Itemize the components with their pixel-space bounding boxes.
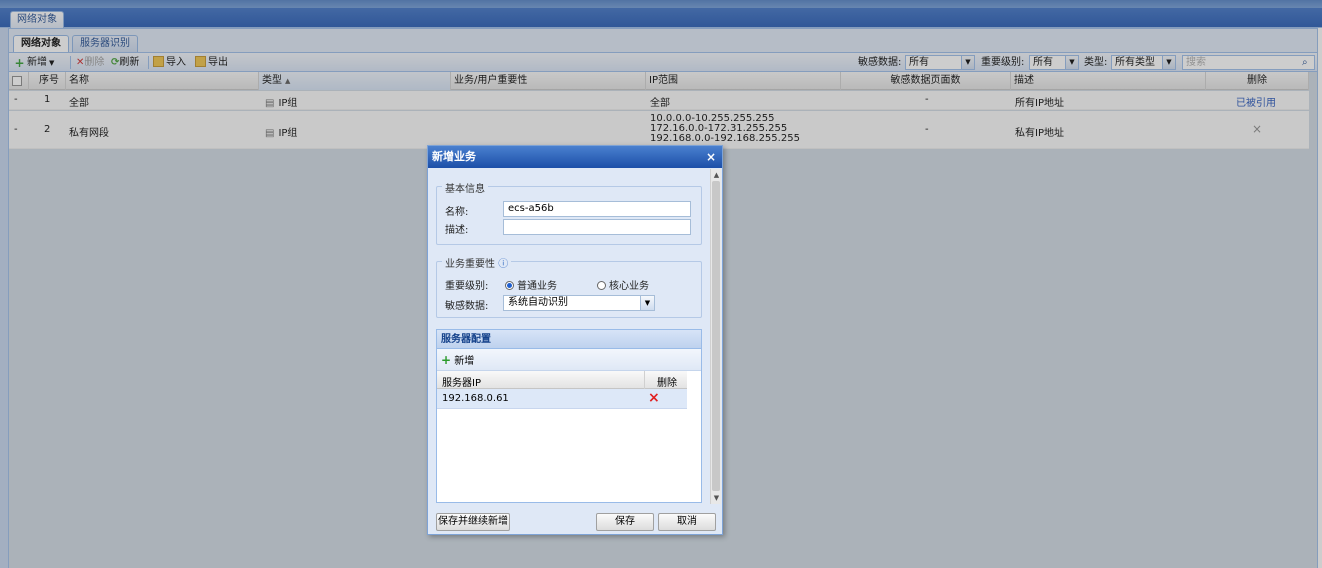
description-input[interactable] xyxy=(503,219,691,235)
info-icon[interactable]: ⓘ xyxy=(498,259,508,270)
server-ip: 192.168.0.61 xyxy=(442,393,509,404)
radio-selected-icon xyxy=(505,281,514,290)
save-and-continue-button[interactable]: 保存并继续新增 xyxy=(436,513,510,531)
importance-legend: 业务重要性 ⓘ xyxy=(442,255,512,270)
plus-icon: + xyxy=(441,353,452,367)
add-business-dialog: 新增业务 × ▲ ▼ 基本信息 名称: ecs-a56b 描述: 业务重要性 ⓘ… xyxy=(427,145,723,535)
delete-server-icon[interactable]: × xyxy=(648,390,660,406)
radio-unselected-icon xyxy=(597,281,606,290)
dialog-title: 新增业务 × xyxy=(428,146,722,168)
server-config-title: 服务器配置 xyxy=(437,330,701,349)
scroll-down-icon[interactable]: ▼ xyxy=(711,492,722,504)
scroll-up-icon[interactable]: ▲ xyxy=(711,169,722,181)
sensitive-data-select[interactable]: 系统自动识别 ▼ xyxy=(503,295,655,311)
name-input[interactable]: ecs-a56b xyxy=(503,201,691,217)
cancel-button[interactable]: 取消 xyxy=(658,513,716,531)
importance-fieldset: 业务重要性 ⓘ 重要级别: 普通业务 核心业务 敏感数据: 系统自动识别 ▼ xyxy=(436,255,702,318)
description-label: 描述: xyxy=(445,225,469,236)
col-server-ip[interactable]: 服务器IP xyxy=(442,374,481,389)
name-label: 名称: xyxy=(445,207,469,218)
importance-level-label: 重要级别: xyxy=(445,281,489,292)
basic-info-legend: 基本信息 xyxy=(442,180,488,195)
save-button[interactable]: 保存 xyxy=(596,513,654,531)
radio-core-business[interactable]: 核心业务 xyxy=(597,277,649,292)
scroll-thumb[interactable] xyxy=(712,181,720,491)
col-server-delete[interactable]: 删除 xyxy=(657,374,677,389)
basic-info-fieldset: 基本信息 名称: ecs-a56b 描述: xyxy=(436,180,702,245)
server-add-button[interactable]: + 新增 xyxy=(437,349,701,371)
chevron-down-icon: ▼ xyxy=(640,296,654,310)
server-config-panel: 服务器配置 + 新增 服务器IP 删除 192.168.0.61 × xyxy=(436,329,702,503)
sensitive-data-label: 敏感数据: xyxy=(445,301,489,312)
close-icon[interactable]: × xyxy=(706,146,716,168)
server-grid-header: 服务器IP 删除 xyxy=(437,371,687,389)
dialog-scrollbar[interactable]: ▲ ▼ xyxy=(710,169,721,504)
server-row[interactable]: 192.168.0.61 × xyxy=(437,389,687,409)
separator xyxy=(644,371,645,389)
radio-normal-business[interactable]: 普通业务 xyxy=(505,277,557,292)
